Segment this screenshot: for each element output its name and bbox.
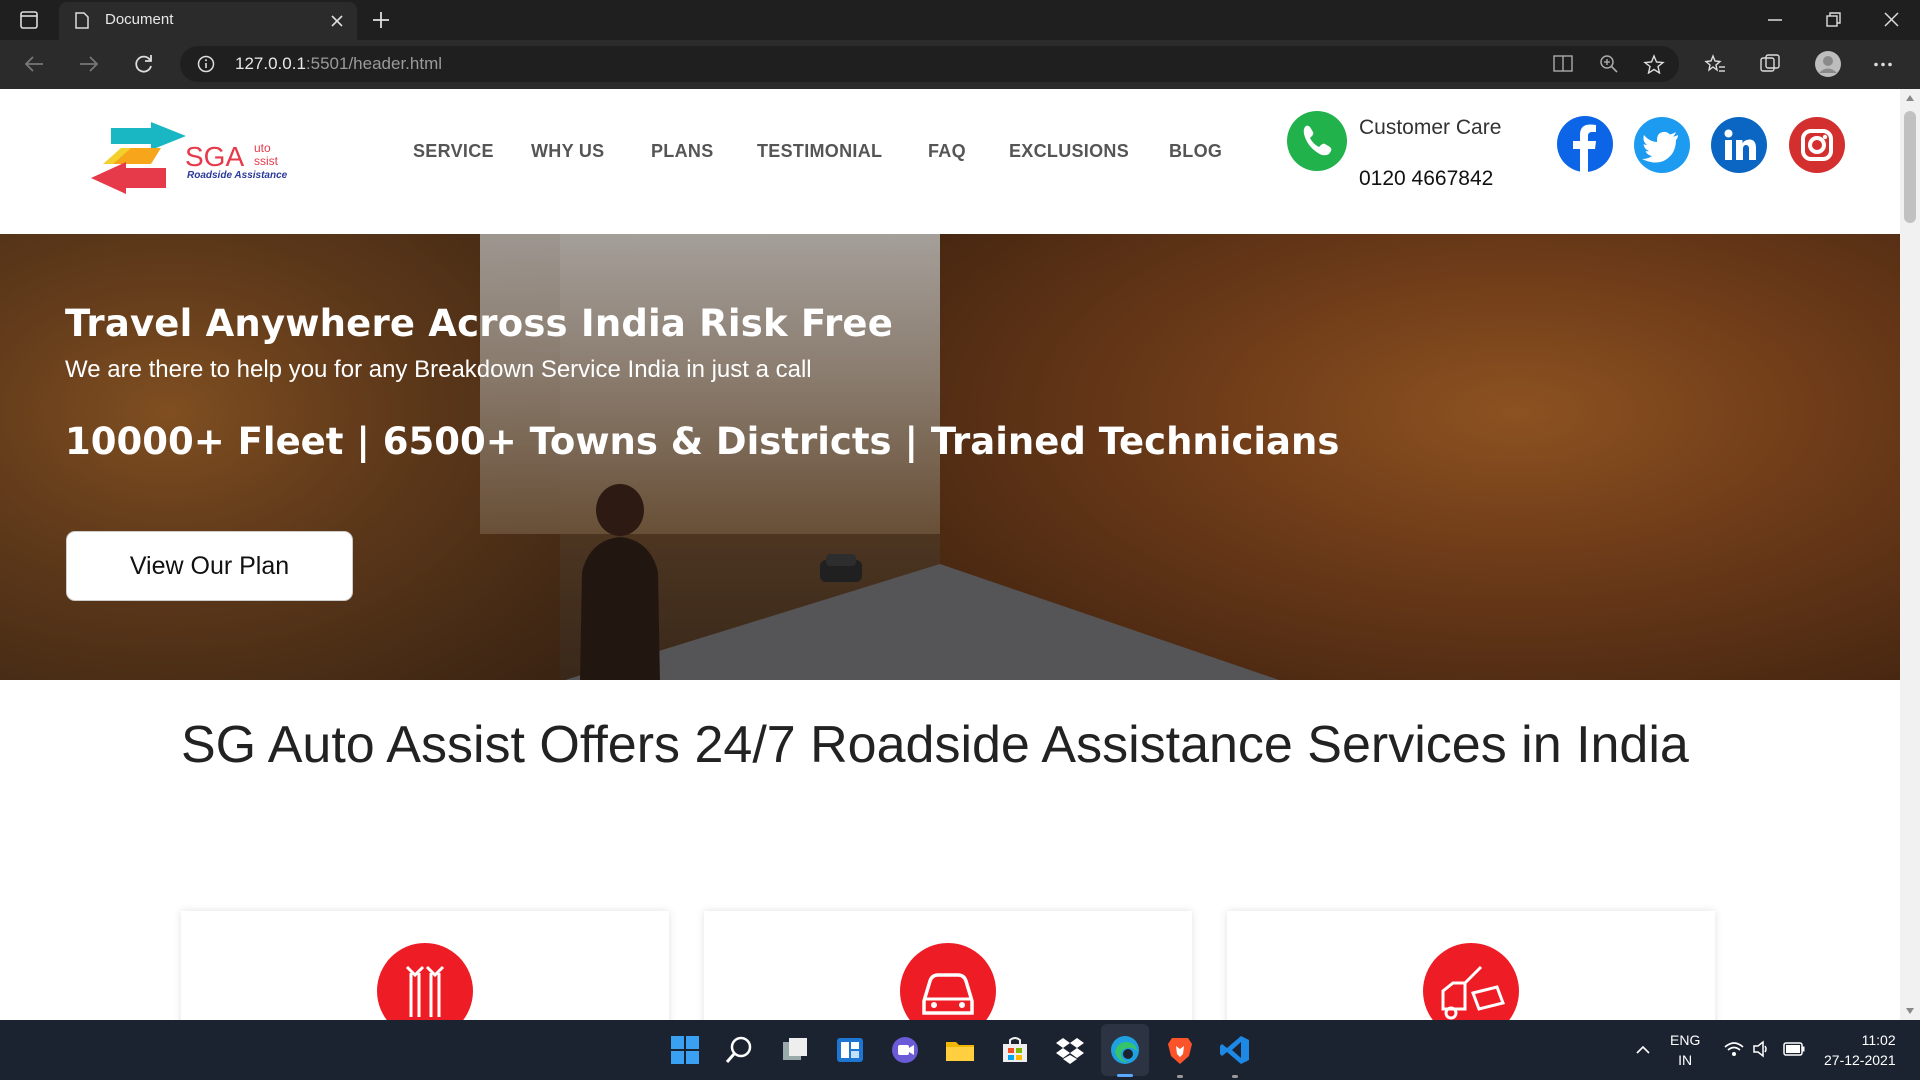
back-icon[interactable] <box>24 55 44 73</box>
refresh-icon[interactable] <box>134 54 154 74</box>
close-window-icon[interactable] <box>1884 12 1899 27</box>
hero-banner: Travel Anywhere Across India Risk Free W… <box>0 234 1900 680</box>
scroll-up-icon[interactable] <box>1906 95 1914 101</box>
car-breakdown-icon <box>900 943 996 1020</box>
service-card-jumpstart[interactable] <box>181 911 669 1020</box>
widgets-icon[interactable] <box>834 1034 866 1066</box>
hero-stats: 10000+ Fleet | 6500+ Towns & Districts |… <box>65 420 1340 463</box>
tow-truck-icon <box>1423 943 1519 1020</box>
jump-start-icon <box>377 943 473 1020</box>
nav-testimonial[interactable]: TESTIMONIAL <box>757 141 882 162</box>
nav-service[interactable]: SERVICE <box>413 141 494 162</box>
nav-blog[interactable]: BLOG <box>1169 141 1222 162</box>
forward-icon[interactable] <box>79 55 99 73</box>
nav-exclusions[interactable]: EXCLUSIONS <box>1009 141 1129 162</box>
zoom-icon[interactable] <box>1599 54 1619 74</box>
logo-sub: ssist <box>254 154 278 168</box>
url-text: 127.0.0.1:5501/header.html <box>235 54 443 73</box>
restore-icon[interactable] <box>1826 12 1841 27</box>
vertical-scrollbar[interactable] <box>1900 89 1920 1020</box>
brave-browser-icon[interactable] <box>1164 1034 1196 1066</box>
service-card-breakdown[interactable] <box>704 911 1192 1020</box>
task-view-icon[interactable] <box>779 1034 811 1066</box>
dropbox-icon[interactable] <box>1054 1034 1086 1066</box>
address-bar[interactable]: 127.0.0.1:5501/header.html <box>180 46 1679 82</box>
hero-subtitle: We are there to help you for any Breakdo… <box>65 356 812 383</box>
file-explorer-icon[interactable] <box>944 1034 976 1066</box>
linkedin-icon[interactable] <box>1710 116 1768 174</box>
immersive-reader-icon[interactable] <box>1553 55 1573 73</box>
section-headline: SG Auto Assist Offers 24/7 Roadside Assi… <box>181 716 1689 774</box>
phone-icon[interactable] <box>1286 110 1348 172</box>
service-card-towing[interactable] <box>1227 911 1715 1020</box>
browser-tab[interactable]: Document <box>59 2 357 40</box>
search-icon[interactable] <box>724 1034 756 1066</box>
more-options-icon[interactable] <box>1873 62 1893 67</box>
nav-plans[interactable]: PLANS <box>651 141 714 162</box>
vscode-running-indicator <box>1232 1075 1238 1078</box>
customer-care-label: Customer Care <box>1359 116 1502 139</box>
web-page: SGA uto ssist Roadside Assistance SERVIC… <box>0 89 1900 1020</box>
instagram-icon[interactable] <box>1788 116 1846 174</box>
minimize-icon[interactable] <box>1768 19 1782 21</box>
hero-title: Travel Anywhere Across India Risk Free <box>65 302 894 345</box>
scroll-down-icon[interactable] <box>1906 1008 1914 1014</box>
input-language[interactable]: ENG IN <box>1670 1030 1700 1070</box>
browser-title-bar: Document <box>0 0 1920 40</box>
collections-icon[interactable] <box>1759 53 1781 75</box>
site-header: SGA uto ssist Roadside Assistance SERVIC… <box>0 89 1900 233</box>
vscode-icon[interactable] <box>1219 1034 1251 1066</box>
logo-text: SGA <box>185 141 245 172</box>
volume-icon[interactable] <box>1752 1040 1770 1058</box>
tab-actions-icon[interactable] <box>20 11 38 29</box>
nav-faq[interactable]: FAQ <box>928 141 966 162</box>
browser-toolbar: 127.0.0.1:5501/header.html <box>0 40 1920 89</box>
wifi-icon[interactable] <box>1724 1041 1744 1057</box>
scrollbar-thumb[interactable] <box>1904 111 1916 223</box>
logo-sup: uto <box>254 141 271 155</box>
customer-care-phone[interactable]: 0120 4667842 <box>1359 167 1493 191</box>
system-clock[interactable]: 11:02 27-12-2021 <box>1824 1030 1896 1070</box>
show-hidden-icons-icon[interactable] <box>1636 1045 1650 1054</box>
brave-running-indicator <box>1177 1075 1183 1078</box>
edge-browser-icon[interactable] <box>1109 1034 1141 1066</box>
site-logo[interactable]: SGA uto ssist Roadside Assistance <box>91 122 301 194</box>
logo-arrows-icon <box>91 122 186 194</box>
twitter-icon[interactable] <box>1633 116 1691 174</box>
battery-icon[interactable] <box>1783 1042 1805 1056</box>
nav-why-us[interactable]: WHY US <box>531 141 604 162</box>
start-menu-icon[interactable] <box>669 1034 701 1066</box>
page-icon <box>75 12 89 29</box>
logo-tagline: Roadside Assistance <box>187 170 288 181</box>
add-favorite-icon[interactable] <box>1643 54 1665 74</box>
windows-taskbar: ENG IN 11:02 27-12-2021 <box>0 1020 1920 1080</box>
edge-running-indicator <box>1117 1074 1133 1077</box>
view-plan-button[interactable]: View Our Plan <box>66 531 353 601</box>
favorites-icon[interactable] <box>1704 53 1726 75</box>
tab-title: Document <box>105 11 174 28</box>
teams-chat-icon[interactable] <box>889 1034 921 1066</box>
facebook-icon[interactable] <box>1556 115 1614 173</box>
profile-avatar-icon[interactable] <box>1814 50 1842 78</box>
info-icon[interactable] <box>197 55 215 73</box>
microsoft-store-icon[interactable] <box>999 1034 1031 1066</box>
new-tab-icon[interactable] <box>372 11 390 29</box>
close-tab-icon[interactable] <box>331 15 343 27</box>
